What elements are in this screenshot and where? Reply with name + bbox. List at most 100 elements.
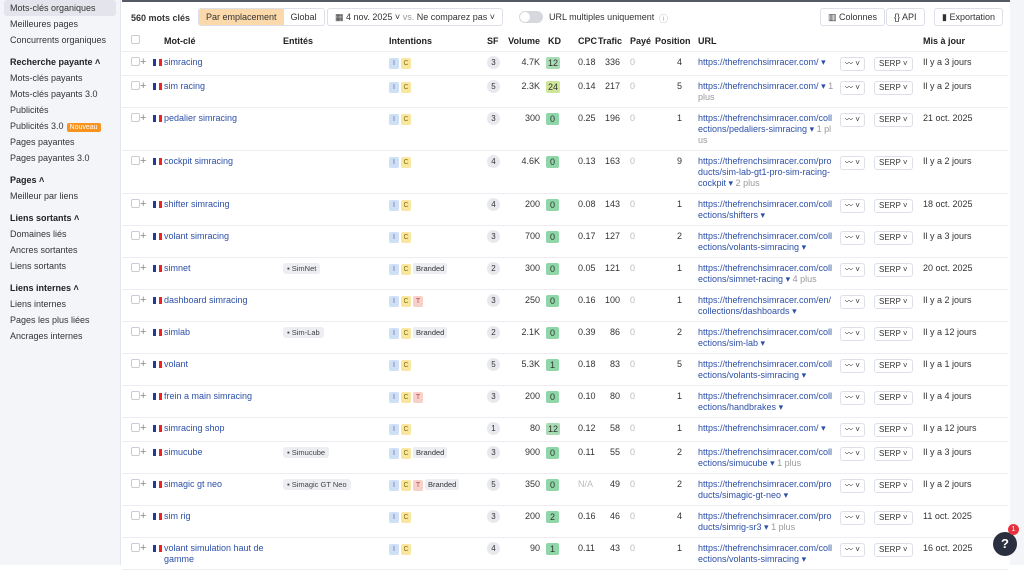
plus-icon[interactable]: + (140, 56, 146, 68)
plus-icon[interactable]: + (140, 390, 146, 402)
serp-button[interactable]: SERP ˅ (874, 358, 913, 373)
plus-icon[interactable]: + (140, 294, 146, 306)
url-link[interactable]: https://thefrenchsimracer.com/ (698, 57, 819, 67)
trend-button[interactable]: 〰 ˅ (840, 56, 865, 71)
plus-icon[interactable]: + (140, 542, 146, 554)
keyword-link[interactable]: dashboard simracing (164, 295, 248, 305)
serp-button[interactable]: SERP ˅ (874, 510, 913, 525)
row-checkbox[interactable] (131, 80, 140, 90)
serp-features-count[interactable]: 4 (487, 154, 500, 168)
keyword-link[interactable]: volant simulation haut de gamme (164, 543, 264, 564)
keyword-link[interactable]: sim racing (164, 81, 205, 91)
col-traffic[interactable]: Trafic (598, 31, 630, 52)
url-dropdown-icon[interactable]: ▾ (786, 274, 791, 284)
plus-icon[interactable]: + (140, 230, 146, 242)
keyword-link[interactable]: simracing (164, 57, 203, 67)
col-entities[interactable]: Entités (283, 31, 389, 52)
serp-features-count[interactable]: 3 (487, 229, 500, 243)
url-link[interactable]: https://thefrenchsimracer.com/collection… (698, 447, 832, 468)
date-select[interactable]: 4 nov. 2025 ˅ (346, 12, 400, 22)
select-all-checkbox[interactable] (131, 35, 140, 45)
serp-button[interactable]: SERP ˅ (874, 422, 913, 437)
more-urls[interactable]: 1 plus (777, 458, 801, 468)
plus-icon[interactable]: + (140, 358, 146, 370)
keyword-link[interactable]: volant (164, 359, 188, 369)
keyword-link[interactable]: sim rig (164, 511, 191, 521)
sidebar-item[interactable]: Mots-clés payants (0, 70, 120, 86)
serp-button[interactable]: SERP ˅ (874, 326, 913, 341)
url-link[interactable]: https://thefrenchsimracer.com/products/s… (698, 479, 832, 500)
trend-button[interactable]: 〰 ˅ (840, 155, 865, 170)
serp-button[interactable]: SERP ˅ (874, 478, 913, 493)
url-dropdown-icon[interactable]: ▾ (792, 306, 797, 316)
serp-button[interactable]: SERP ˅ (874, 542, 913, 557)
scrollbar[interactable] (1010, 0, 1024, 565)
col-updated[interactable]: Mis à jour (923, 31, 1008, 52)
url-link[interactable]: https://thefrenchsimracer.com/collection… (698, 359, 832, 380)
sidebar-item[interactable]: Meilleures pages (0, 16, 120, 32)
serp-button[interactable]: SERP ˅ (874, 446, 913, 461)
col-position[interactable]: Position (655, 31, 694, 52)
plus-icon[interactable]: + (140, 155, 146, 167)
trend-button[interactable]: 〰 ˅ (840, 230, 865, 245)
trend-button[interactable]: 〰 ˅ (840, 478, 865, 493)
url-link[interactable]: https://thefrenchsimracer.com/collection… (698, 543, 832, 564)
url-dropdown-icon[interactable]: ▾ (761, 210, 766, 220)
more-urls[interactable]: 2 plus (736, 178, 760, 188)
col-paid[interactable]: Payé (630, 31, 655, 52)
sidebar-item[interactable]: Domaines liés (0, 226, 120, 242)
row-checkbox[interactable] (131, 542, 140, 552)
row-checkbox[interactable] (131, 155, 140, 165)
keyword-link[interactable]: simracing shop (164, 423, 225, 433)
sidebar-item[interactable]: Pages les plus liées (0, 312, 120, 328)
url-dropdown-icon[interactable]: ▾ (784, 490, 789, 500)
serp-button[interactable]: SERP ˅ (874, 56, 913, 71)
serp-features-count[interactable]: 3 (487, 111, 500, 125)
col-keyword[interactable]: Mot-clé (164, 31, 283, 52)
trend-button[interactable]: 〰 ˅ (840, 510, 865, 525)
row-checkbox[interactable] (131, 358, 140, 368)
plus-icon[interactable]: + (140, 446, 146, 458)
serp-features-count[interactable]: 5 (487, 357, 500, 371)
row-checkbox[interactable] (131, 56, 140, 66)
row-checkbox[interactable] (131, 326, 140, 336)
serp-features-count[interactable]: 3 (487, 55, 500, 69)
url-dropdown-icon[interactable]: ▾ (810, 124, 815, 134)
serp-features-count[interactable]: 5 (487, 477, 500, 491)
row-checkbox[interactable] (131, 446, 140, 456)
url-link[interactable]: https://thefrenchsimracer.com/collection… (698, 391, 832, 412)
sidebar-item[interactable]: Publicités 3.0 Nouveau (0, 118, 120, 134)
sidebar-item[interactable]: Concurrents organiques (0, 32, 120, 48)
col-kd[interactable]: KD (546, 31, 578, 52)
sidebar-item[interactable]: Pages payantes 3.0 (0, 150, 120, 166)
serp-features-count[interactable]: 3 (487, 445, 500, 459)
url-link[interactable]: https://thefrenchsimracer.com/ (698, 423, 819, 433)
serp-features-count[interactable]: 5 (487, 79, 500, 93)
url-link[interactable]: https://thefrenchsimracer.com/en/collect… (698, 295, 831, 316)
keyword-link[interactable]: simagic gt neo (164, 479, 222, 489)
row-checkbox[interactable] (131, 112, 140, 122)
col-sf[interactable]: SF (487, 31, 507, 52)
trend-button[interactable]: 〰 ˅ (840, 80, 865, 95)
url-dropdown-icon[interactable]: ▾ (729, 178, 734, 188)
serp-button[interactable]: SERP ˅ (874, 112, 913, 127)
col-volume[interactable]: Volume (507, 31, 546, 52)
trend-button[interactable]: 〰 ˅ (840, 198, 865, 213)
sidebar-item[interactable]: Liens sortants (0, 258, 120, 274)
trend-button[interactable]: 〰 ˅ (840, 262, 865, 277)
serp-button[interactable]: SERP ˅ (874, 80, 913, 95)
url-dropdown-icon[interactable]: ▾ (802, 554, 807, 564)
multi-url-toggle[interactable] (519, 11, 543, 23)
keyword-link[interactable]: shifter simracing (164, 199, 230, 209)
columns-button[interactable]: ▥ Colonnes (820, 8, 886, 26)
trend-button[interactable]: 〰 ˅ (840, 390, 865, 405)
trend-button[interactable]: 〰 ˅ (840, 294, 865, 309)
serp-features-count[interactable]: 3 (487, 389, 500, 403)
row-checkbox[interactable] (131, 510, 140, 520)
url-dropdown-icon[interactable]: ▾ (764, 522, 769, 532)
trend-button[interactable]: 〰 ˅ (840, 358, 865, 373)
serp-button[interactable]: SERP ˅ (874, 155, 913, 170)
compare-select[interactable]: Ne comparez pas ˅ (417, 12, 495, 22)
trend-button[interactable]: 〰 ˅ (840, 446, 865, 461)
global-button[interactable]: Global (284, 9, 324, 25)
